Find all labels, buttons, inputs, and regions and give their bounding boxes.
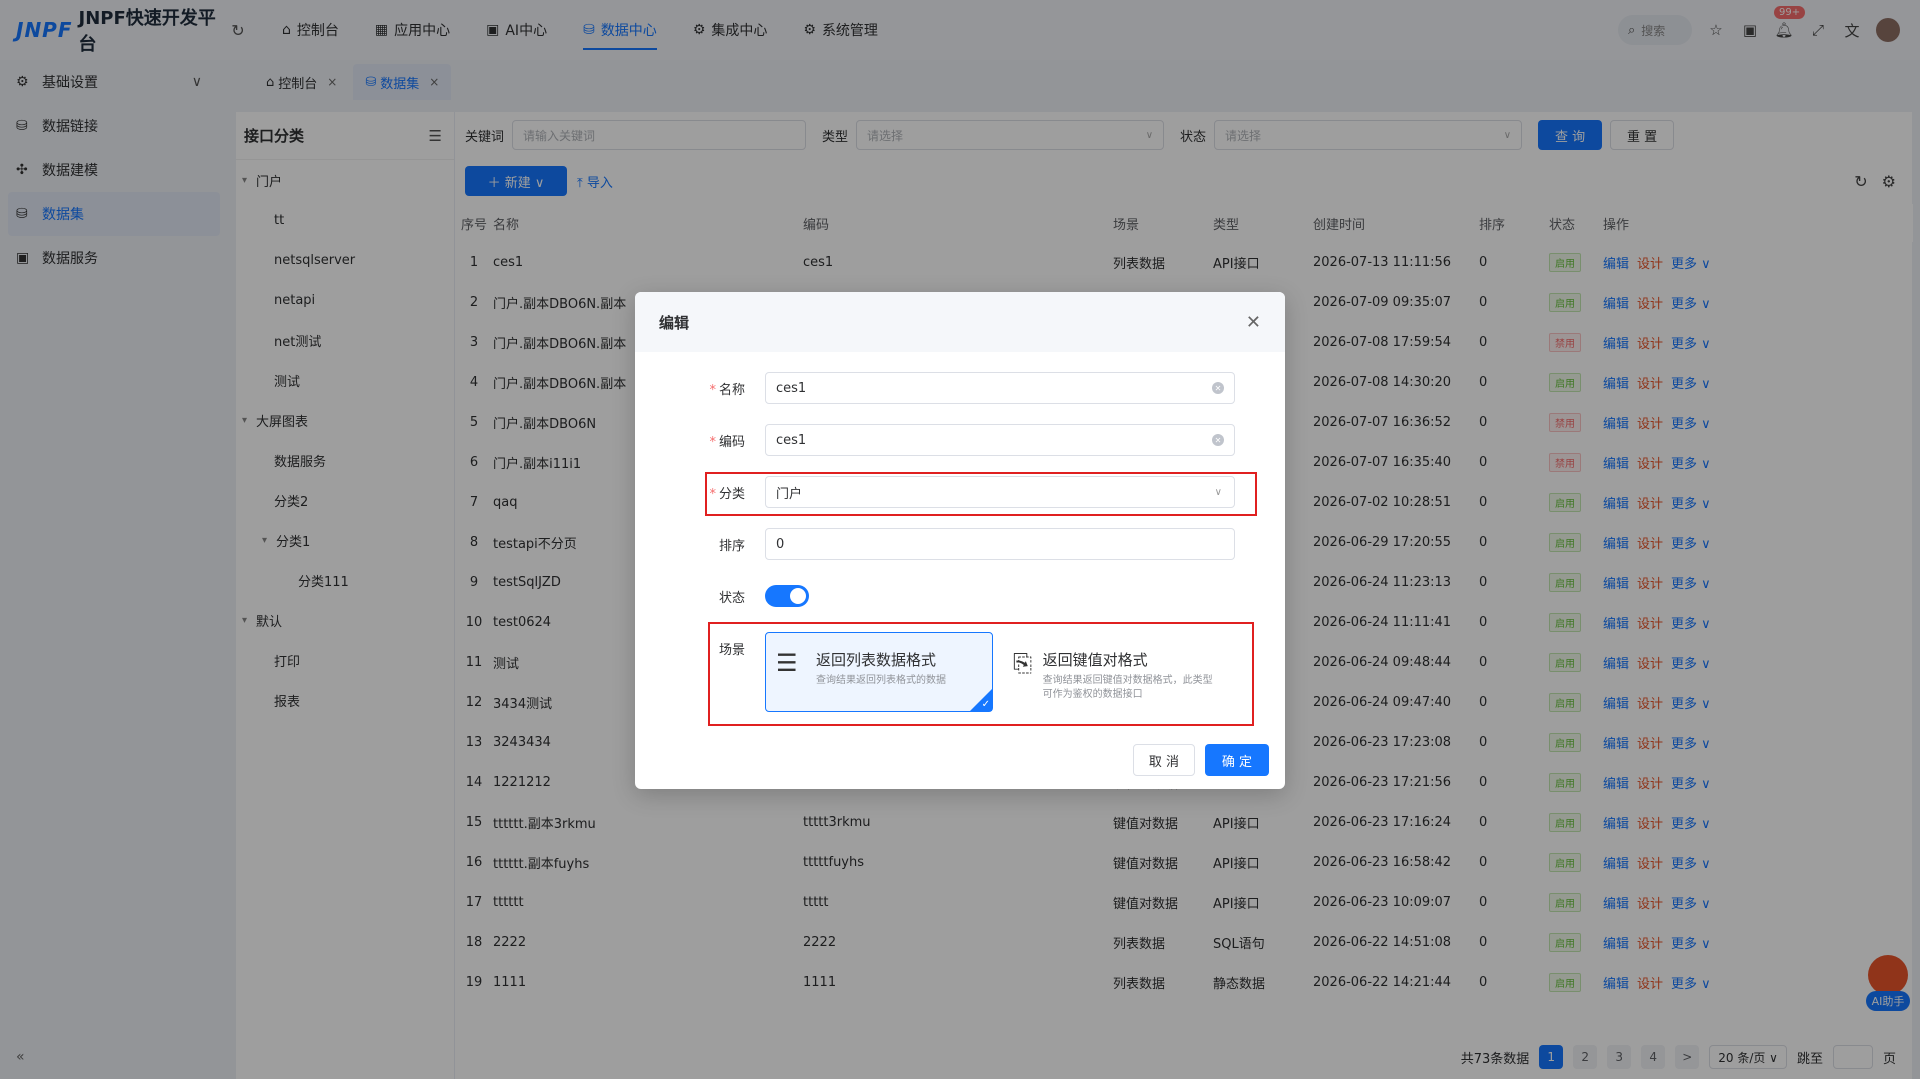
code-label-wrap: * 编码 xyxy=(635,431,755,450)
name-label-wrap: * 名称 xyxy=(635,379,755,398)
name-value: ces1 xyxy=(776,380,807,396)
category-value: 门户 xyxy=(776,486,803,502)
sort-field[interactable]: 0 xyxy=(765,528,1235,560)
name-label: 名称 xyxy=(718,382,745,398)
scene-list-option[interactable]: ☰ 返回列表数据格式 查询结果返回列表格式的数据 ✓ xyxy=(765,632,993,712)
confirm-button[interactable]: 确 定 xyxy=(1205,744,1269,776)
code-label: 编码 xyxy=(718,434,745,450)
code-value: ces1 xyxy=(776,432,807,448)
scene-kv-option[interactable]: ⎘ 返回键值对格式 查询结果返回键值对数据格式，此类型可作为鉴权的数据接口 xyxy=(1002,632,1230,712)
key-value-icon: ⎘ xyxy=(1013,649,1033,677)
check-icon: ✓ xyxy=(981,699,990,710)
form-row-name: * 名称 ces1 ✕ xyxy=(635,372,1285,404)
close-icon[interactable]: ✕ xyxy=(1246,312,1261,333)
sort-label: 排序 xyxy=(718,538,745,554)
category-select[interactable]: 门户 ∨ xyxy=(765,476,1235,508)
scene-kv-title: 返回键值对格式 xyxy=(1042,651,1148,669)
clear-icon[interactable]: ✕ xyxy=(1212,434,1224,446)
scene-kv-text: 返回键值对格式 查询结果返回键值对数据格式，此类型可作为鉴权的数据接口 xyxy=(1042,649,1219,700)
list-icon: ☰ xyxy=(776,649,798,677)
category-label-wrap: * 分类 xyxy=(635,483,755,502)
chevron-down-icon: ∨ xyxy=(1214,486,1222,498)
required-mark: * xyxy=(709,434,716,450)
form-row-sort: 排序 0 xyxy=(635,528,1285,560)
scene-list-text: 返回列表数据格式 查询结果返回列表格式的数据 xyxy=(816,649,946,695)
scene-list-desc: 查询结果返回列表格式的数据 xyxy=(816,675,946,686)
cancel-button[interactable]: 取 消 xyxy=(1133,744,1195,776)
code-field[interactable]: ces1 ✕ xyxy=(765,424,1235,456)
sort-value: 0 xyxy=(776,536,785,552)
scene-kv-desc: 查询结果返回键值对数据格式，此类型可作为鉴权的数据接口 xyxy=(1042,675,1213,700)
category-label: 分类 xyxy=(718,486,745,502)
clear-icon[interactable]: ✕ xyxy=(1212,382,1224,394)
status-toggle[interactable] xyxy=(765,585,809,607)
name-field[interactable]: ces1 ✕ xyxy=(765,372,1235,404)
dialog-header: 编辑 ✕ xyxy=(635,292,1285,352)
form-row-code: * 编码 ces1 ✕ xyxy=(635,424,1285,456)
dialog-title: 编辑 xyxy=(659,313,690,332)
required-mark: * xyxy=(709,382,716,398)
required-mark: * xyxy=(709,486,716,502)
scene-list-title: 返回列表数据格式 xyxy=(816,651,937,669)
edit-dialog: 编辑 ✕ * 名称 ces1 ✕ * 编码 ces1 ✕ * 分类 门户 ∨ 排序 0 状态… xyxy=(635,292,1285,789)
form-row-status: 状态 xyxy=(635,580,1285,612)
scene-label: 场景 xyxy=(718,642,745,658)
status-label: 状态 xyxy=(718,590,745,606)
form-row-category: * 分类 门户 ∨ xyxy=(635,476,1285,508)
